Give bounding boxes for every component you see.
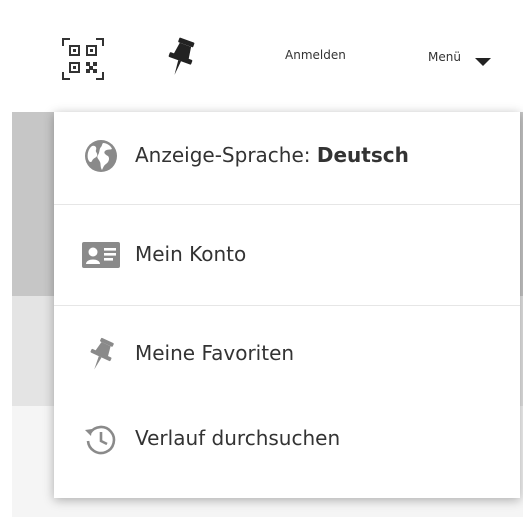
display-language-label: Anzeige-Sprache: bbox=[135, 143, 317, 167]
menu-item-label: Verlauf durchsuchen bbox=[135, 426, 341, 450]
menu-item-display-language[interactable]: Anzeige-Sprache: Deutsch bbox=[54, 112, 520, 204]
dropdown-menu: Anzeige-Sprache: Deutsch Mein Konto Mein… bbox=[54, 112, 520, 498]
menu-item-search-history[interactable]: Verlauf durchsuchen bbox=[54, 400, 520, 480]
display-language-value: Deutsch bbox=[316, 143, 409, 167]
caret-down-icon bbox=[474, 52, 491, 66]
menu-label: Menü bbox=[428, 50, 461, 64]
menu-item-label: Mein Konto bbox=[135, 242, 247, 266]
top-bar: Anmelden Menü bbox=[0, 0, 523, 112]
history-icon bbox=[82, 421, 120, 459]
menu-item-my-account[interactable]: Mein Konto bbox=[54, 205, 520, 305]
id-card-icon bbox=[82, 236, 120, 274]
globe-icon bbox=[82, 137, 120, 175]
menu-item-label: Meine Favoriten bbox=[135, 341, 295, 365]
display-language-text: Anzeige-Sprache: Deutsch bbox=[135, 143, 409, 167]
menu-item-my-favorites[interactable]: Meine Favoriten bbox=[54, 306, 520, 400]
pushpin-icon[interactable] bbox=[164, 36, 198, 78]
menu-button[interactable]: Menü bbox=[428, 46, 491, 68]
login-link[interactable]: Anmelden bbox=[285, 48, 346, 62]
qr-code-icon[interactable] bbox=[62, 38, 104, 80]
pushpin-icon bbox=[82, 336, 120, 374]
